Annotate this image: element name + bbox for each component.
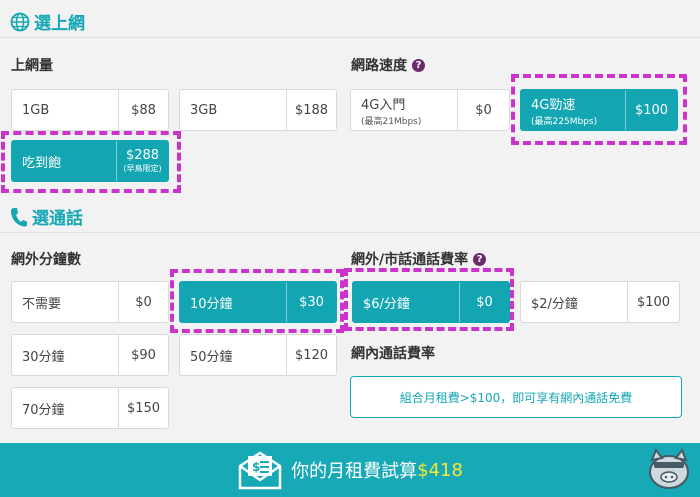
speed-label: 網路速度? [351,55,425,75]
calls-section-label: 選通話 [32,209,83,229]
option-name: 50分鐘 [190,349,233,365]
option-name: 不需要 [22,296,62,312]
option-price: $100 [636,294,671,310]
option-sub: (最高21Mbps) [361,116,422,127]
option-price: $188 [294,102,329,118]
option-price: $120 [294,347,329,363]
option-price: $100 [634,102,669,118]
help-icon[interactable]: ? [473,252,487,266]
minutes-label: 網外分鐘數 [11,252,81,268]
rate-option-2[interactable]: $2/分鐘 $100 [520,281,680,323]
minutes-option-10[interactable]: 10分鐘 $30 [179,281,337,323]
monthly-fee-bar: $ 你的月租費試算 $418 [0,443,700,497]
minutes-option-none[interactable]: 不需要 $0 [11,281,169,323]
speed-label-text: 網路速度 [351,58,407,74]
option-name: 1GB [22,102,50,118]
data-option-unlimited[interactable]: 吃到飽 $288 (早鳥限定) [11,140,169,182]
pig-mascot-logo [649,447,689,489]
option-price: $90 [131,347,156,363]
option-name: 4G入門 [361,97,406,113]
minutes-option-50[interactable]: 50分鐘 $120 [179,334,337,376]
option-price: $88 [131,102,156,118]
rate-label-text: 網外/市話通話費率 [351,252,469,268]
svg-text:$: $ [252,460,260,474]
rate-label: 網外/市話通話費率? [351,249,487,269]
option-price: $0 [476,294,493,310]
data-option-1gb[interactable]: 1GB $88 [11,89,169,131]
onnet-notice: 組合月租費>$100，即可享有網內通話免費 [350,376,682,418]
monthly-fee-total: $418 [417,459,463,481]
monthly-fee-label: 你的月租費試算 [291,461,418,482]
divider [0,232,700,233]
option-name: 4G勁速 [531,97,576,113]
option-name: 吃到飽 [22,155,62,171]
divider [0,37,700,38]
option-name: $2/分鐘 [531,296,578,312]
option-name: 10分鐘 [190,296,233,312]
speed-option-fast[interactable]: 4G勁速 (最高225Mbps) $100 [520,89,678,131]
speed-option-basic[interactable]: 4G入門 (最高21Mbps) $0 [350,89,510,131]
minutes-option-30[interactable]: 30分鐘 $90 [11,334,169,376]
minutes-option-70[interactable]: 70分鐘 $150 [11,387,169,429]
internet-section-label: 選上網 [34,14,85,34]
option-price: $30 [299,294,324,310]
internet-section-title: 選上網 [10,9,85,34]
rate-option-6[interactable]: $6/分鐘 $0 [352,281,510,323]
option-price: $288 [125,148,160,163]
option-name: 3GB [190,102,218,118]
calls-section-title: 選通話 [10,204,83,229]
option-name: 30分鐘 [22,349,65,365]
option-name: $6/分鐘 [363,296,410,312]
globe-icon [10,12,30,31]
bill-envelope-icon: $ [238,451,282,490]
onnet-rate-label: 網內通話費率 [351,346,435,362]
help-icon[interactable]: ? [412,58,425,72]
option-price: $0 [135,294,152,310]
data-amount-label: 上網量 [11,58,53,74]
option-name: 70分鐘 [22,402,65,418]
option-price: $150 [126,400,161,416]
option-price: $0 [475,102,492,118]
phone-icon [11,207,27,226]
option-note: (早鳥限定) [123,164,162,173]
option-sub: (最高225Mbps) [531,116,598,127]
data-option-3gb[interactable]: 3GB $188 [179,89,337,131]
